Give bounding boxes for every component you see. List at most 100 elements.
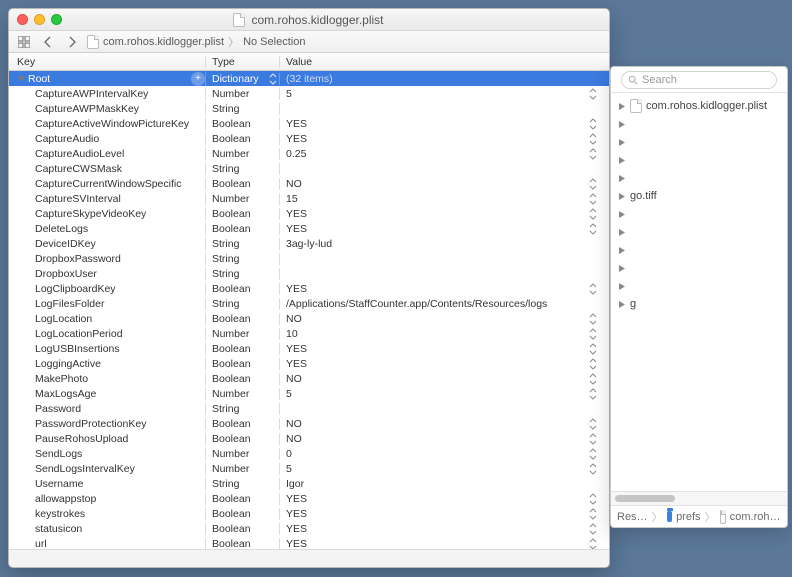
disclosure-right-icon[interactable] — [617, 210, 626, 219]
disclosure-right-icon[interactable] — [617, 264, 626, 273]
value-stepper-icon[interactable] — [587, 343, 599, 355]
row-value[interactable]: 0 — [286, 448, 292, 460]
table-row[interactable]: CaptureAudioLevelNumber0.25 — [9, 146, 609, 161]
list-item[interactable]: com.rohos.kidlogger.plist — [611, 97, 787, 115]
table-row[interactable]: CaptureCWSMaskString — [9, 161, 609, 176]
row-value[interactable]: YES — [286, 523, 307, 535]
value-stepper-icon[interactable] — [587, 508, 599, 520]
breadcrumb-file[interactable]: com.rohos.kidlogger.plist — [103, 36, 224, 48]
disclosure-right-icon[interactable] — [617, 174, 626, 183]
row-value[interactable]: YES — [286, 343, 307, 355]
row-value[interactable]: 5 — [286, 388, 292, 400]
view-toggle-icon[interactable] — [15, 34, 33, 50]
table-row-root[interactable]: Root + Dictionary (32 items) — [9, 71, 609, 86]
column-header-value[interactable]: Value — [280, 56, 609, 68]
table-row[interactable]: LogFilesFolderString/Applications/StaffC… — [9, 296, 609, 311]
path-bar[interactable]: Res… 〉 prefs 〉 com.rohos.kidlogger.plist — [611, 505, 787, 527]
search-input[interactable]: Search — [621, 71, 777, 89]
table-row[interactable]: urlBooleanYES — [9, 536, 609, 549]
table-row[interactable]: DeviceIDKeyString3ag-ly-lud — [9, 236, 609, 251]
row-value[interactable]: NO — [286, 418, 302, 430]
disclosure-right-icon[interactable] — [617, 138, 626, 147]
list-item[interactable] — [611, 115, 787, 133]
table-row[interactable]: DropboxPasswordString — [9, 251, 609, 266]
column-header-key[interactable]: Key — [9, 56, 206, 68]
path-seg-0[interactable]: Res… — [617, 511, 648, 523]
table-row[interactable]: CaptureActiveWindowPictureKeyBooleanYES — [9, 116, 609, 131]
row-value[interactable]: Igor — [286, 478, 304, 490]
row-value[interactable]: YES — [286, 538, 307, 550]
list-item[interactable] — [611, 169, 787, 187]
row-value[interactable]: 10 — [286, 328, 298, 340]
value-stepper-icon[interactable] — [587, 373, 599, 385]
row-value[interactable]: 5 — [286, 88, 292, 100]
table-row[interactable]: PauseRohosUploadBooleanNO — [9, 431, 609, 446]
value-stepper-icon[interactable] — [587, 463, 599, 475]
table-row[interactable]: CaptureCurrentWindowSpecificBooleanNO — [9, 176, 609, 191]
value-stepper-icon[interactable] — [587, 223, 599, 235]
path-seg-1[interactable]: prefs — [676, 511, 700, 523]
row-value[interactable]: NO — [286, 373, 302, 385]
list-item[interactable] — [611, 259, 787, 277]
table-row[interactable]: CaptureAWPMaskKeyString — [9, 101, 609, 116]
row-value[interactable]: 0.25 — [286, 148, 306, 160]
row-value[interactable]: YES — [286, 283, 307, 295]
row-value[interactable]: YES — [286, 208, 307, 220]
value-stepper-icon[interactable] — [587, 148, 599, 160]
disclosure-right-icon[interactable] — [617, 156, 626, 165]
value-stepper-icon[interactable] — [587, 388, 599, 400]
value-stepper-icon[interactable] — [587, 313, 599, 325]
row-value[interactable]: YES — [286, 508, 307, 520]
forward-button[interactable] — [63, 34, 81, 50]
table-row[interactable]: LogLocationPeriodNumber10 — [9, 326, 609, 341]
row-value[interactable]: 15 — [286, 193, 298, 205]
table-row[interactable]: MaxLogsAgeNumber5 — [9, 386, 609, 401]
table-row[interactable]: statusiconBooleanYES — [9, 521, 609, 536]
table-row[interactable]: DropboxUserString — [9, 266, 609, 281]
table-row[interactable]: UsernameStringIgor — [9, 476, 609, 491]
value-stepper-icon[interactable] — [587, 133, 599, 145]
disclosure-right-icon[interactable] — [617, 102, 626, 111]
value-stepper-icon[interactable] — [587, 118, 599, 130]
list-item[interactable] — [611, 205, 787, 223]
back-button[interactable] — [39, 34, 57, 50]
disclosure-right-icon[interactable] — [617, 246, 626, 255]
type-stepper-icon[interactable] — [267, 73, 279, 85]
row-value[interactable]: 5 — [286, 463, 292, 475]
value-stepper-icon[interactable] — [587, 523, 599, 535]
list-item[interactable] — [611, 151, 787, 169]
disclosure-right-icon[interactable] — [617, 228, 626, 237]
add-item-button[interactable]: + — [191, 72, 205, 86]
row-value[interactable]: YES — [286, 118, 307, 130]
table-row[interactable]: CaptureAWPIntervalKeyNumber5 — [9, 86, 609, 101]
row-value[interactable]: YES — [286, 133, 307, 145]
row-value[interactable]: NO — [286, 313, 302, 325]
zoom-icon[interactable] — [51, 14, 62, 25]
table-row[interactable]: keystrokesBooleanYES — [9, 506, 609, 521]
list-item[interactable]: go.tiff — [611, 187, 787, 205]
table-row[interactable]: SendLogsNumber0 — [9, 446, 609, 461]
table-row[interactable]: CaptureSVIntervalNumber15 — [9, 191, 609, 206]
disclosure-down-icon[interactable] — [17, 74, 26, 83]
row-value[interactable]: NO — [286, 433, 302, 445]
value-stepper-icon[interactable] — [587, 208, 599, 220]
column-header-type[interactable]: Type — [206, 56, 280, 68]
row-value[interactable]: /Applications/StaffCounter.app/Contents/… — [286, 298, 547, 310]
row-value[interactable]: YES — [286, 493, 307, 505]
minimize-icon[interactable] — [34, 14, 45, 25]
value-stepper-icon[interactable] — [587, 433, 599, 445]
table-row[interactable]: PasswordString — [9, 401, 609, 416]
list-item[interactable] — [611, 133, 787, 151]
list-item[interactable]: g — [611, 295, 787, 313]
value-stepper-icon[interactable] — [587, 448, 599, 460]
row-value[interactable]: YES — [286, 223, 307, 235]
row-value[interactable]: YES — [286, 358, 307, 370]
table-row[interactable]: SendLogsIntervalKeyNumber5 — [9, 461, 609, 476]
value-stepper-icon[interactable] — [587, 283, 599, 295]
table-row[interactable]: CaptureAudioBooleanYES — [9, 131, 609, 146]
table-row[interactable]: LogUSBInsertionsBooleanYES — [9, 341, 609, 356]
horizontal-scrollbar[interactable] — [611, 491, 787, 505]
value-stepper-icon[interactable] — [587, 358, 599, 370]
value-stepper-icon[interactable] — [587, 88, 599, 100]
value-stepper-icon[interactable] — [587, 193, 599, 205]
